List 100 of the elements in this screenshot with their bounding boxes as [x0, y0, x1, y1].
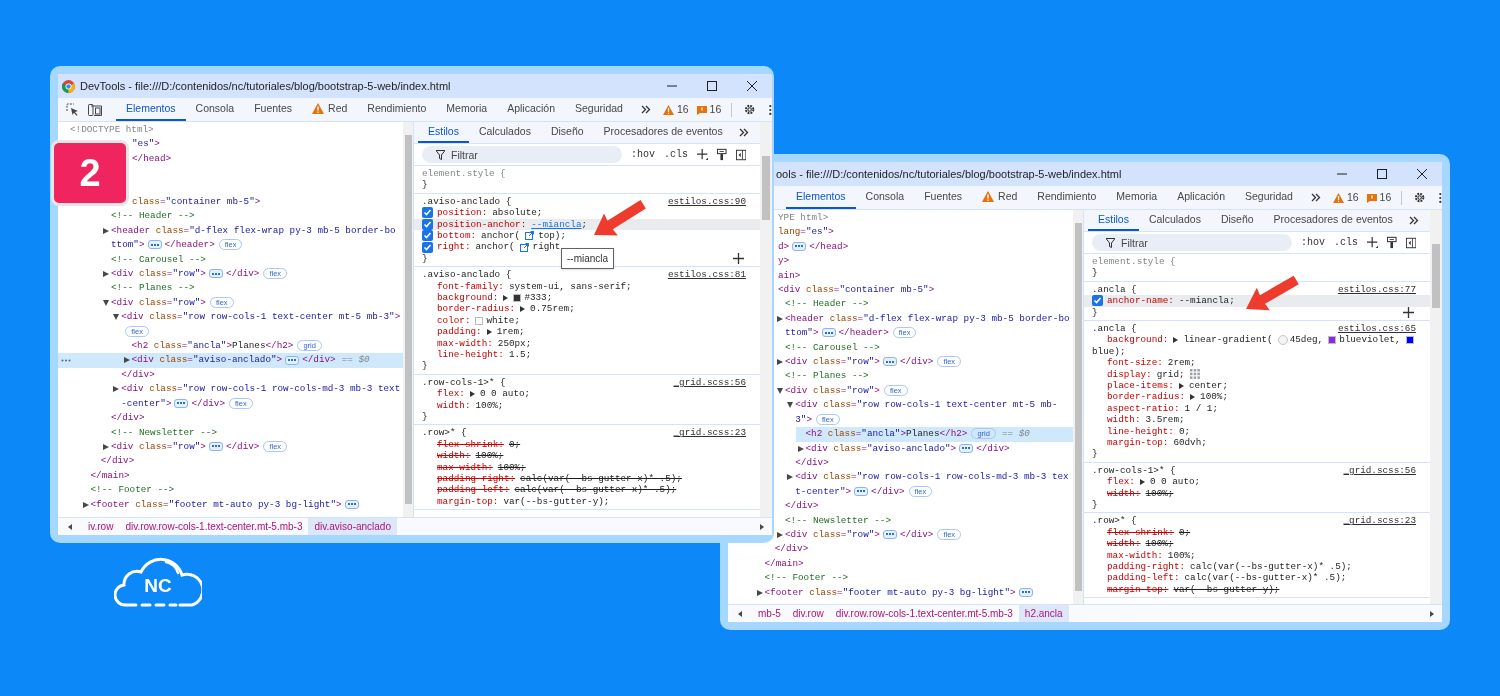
tab[interactable]: Elementos — [116, 98, 186, 121]
breadcrumb[interactable]: div.row.row-cols-1.text-center.mt-5.mb-3 — [829, 605, 1019, 622]
dom-tree-row[interactable]: <!-- Carousel --> — [101, 252, 403, 268]
dom-tree-row[interactable]: <!-- Planes --> — [101, 281, 403, 296]
dom-tree-row[interactable]: y> — [778, 254, 1073, 269]
filter-field[interactable]: Filtrar — [422, 146, 622, 163]
open-link-icon[interactable] — [525, 231, 535, 241]
dom-tree-row[interactable]: class="container mb-5"> — [132, 195, 403, 210]
tab[interactable]: Memoria — [1106, 186, 1168, 209]
dom-tree-row[interactable]: <!-- Footer --> — [754, 571, 1073, 586]
ellipsis-button[interactable] — [854, 486, 869, 496]
dom-tree-row[interactable]: ain> — [778, 268, 1073, 284]
double-chevron-icon[interactable] — [1310, 193, 1321, 202]
disclosure-triangle-icon[interactable] — [103, 227, 109, 234]
scroll-right-icon[interactable] — [760, 523, 764, 530]
ellipsis-button[interactable] — [147, 240, 162, 250]
settings-icon[interactable] — [1414, 191, 1426, 204]
warnings-counter[interactable]: 16 — [1328, 189, 1363, 206]
source-link[interactable]: estilos.css:81 — [667, 269, 746, 281]
tab[interactable]: Estilos — [418, 122, 469, 143]
tab[interactable]: Diseño — [1210, 210, 1264, 231]
scroll-left-icon[interactable] — [68, 523, 72, 530]
dom-tree-row[interactable]: <!-- Newsletter --> — [101, 425, 403, 440]
scroll-right-icon[interactable] — [1430, 610, 1434, 617]
double-chevron-icon[interactable] — [738, 128, 749, 137]
tab[interactable]: Procesadores de eventos — [593, 122, 733, 143]
more-options-icon[interactable] — [1439, 191, 1442, 204]
expand-triangle-icon[interactable] — [503, 294, 509, 301]
disclosure-triangle-icon[interactable] — [777, 359, 783, 366]
toggle-button[interactable]: :hov — [1301, 235, 1325, 250]
css-variable-link[interactable]: --miancla — [531, 218, 582, 230]
ellipsis-button[interactable] — [1018, 587, 1033, 597]
filter-field[interactable]: Filtrar — [1092, 234, 1292, 251]
color-swatch[interactable] — [1328, 336, 1337, 345]
checkbox[interactable] — [1092, 295, 1103, 307]
dom-tree-row[interactable]: <!-- Planes --> — [775, 369, 1073, 384]
checkbox[interactable] — [422, 218, 433, 230]
tab[interactable]: Memoria — [436, 98, 498, 121]
disclosure-triangle-icon[interactable] — [756, 589, 763, 596]
plus-icon[interactable] — [1403, 306, 1414, 318]
tab[interactable]: Red — [972, 186, 1028, 209]
paint-roller-icon[interactable] — [1387, 236, 1397, 249]
dom-tree-row[interactable]: YPE html> — [778, 211, 1073, 226]
disclosure-triangle-icon[interactable] — [113, 386, 120, 393]
settings-icon[interactable] — [744, 103, 756, 116]
dom-tree-row[interactable]: d> </head> — [778, 239, 1073, 255]
breadcrumb[interactable]: div.row — [786, 605, 830, 622]
disclosure-triangle-icon[interactable] — [103, 299, 109, 306]
expand-triangle-icon[interactable] — [469, 390, 475, 397]
ellipsis-button[interactable] — [882, 530, 897, 539]
breadcrumb[interactable]: div.row.row-cols-1.text-center.mt-5.mb-3 — [119, 518, 309, 535]
paint-roller-icon[interactable] — [717, 148, 727, 161]
expand-triangle-icon[interactable] — [520, 306, 526, 313]
ellipsis-button[interactable] — [344, 499, 359, 509]
sidebar-toggle-icon[interactable] — [1405, 236, 1416, 249]
tab[interactable]: Rendimiento — [357, 98, 437, 121]
scrollbar[interactable] — [403, 122, 413, 517]
inspect-icon[interactable] — [66, 103, 79, 116]
ellipsis-button[interactable] — [882, 357, 897, 367]
toggle-button[interactable]: :hov — [631, 147, 655, 162]
source-link[interactable]: estilos.css:65 — [1337, 322, 1416, 335]
source-link[interactable]: estilos.css:90 — [667, 195, 746, 208]
new-rule-plus-icon[interactable] — [1367, 236, 1379, 249]
color-swatch[interactable] — [475, 316, 484, 325]
color-swatch[interactable] — [1405, 336, 1414, 345]
tab[interactable]: Elementos — [786, 186, 856, 209]
dom-tree-row[interactable]: <!-- Header --> — [775, 297, 1073, 312]
disclosure-triangle-icon[interactable] — [103, 271, 109, 278]
checkbox[interactable] — [422, 241, 433, 253]
tab[interactable]: Fuentes — [914, 186, 973, 209]
scrollbar[interactable] — [1430, 210, 1442, 604]
scroll-left-icon[interactable] — [738, 610, 742, 617]
source-link[interactable]: _grid.scss:56 — [1343, 464, 1416, 477]
toggle-button[interactable]: .cls — [664, 147, 689, 162]
disclosure-triangle-icon[interactable] — [777, 315, 783, 322]
tab[interactable]: Calculados — [468, 122, 541, 143]
tab[interactable]: Consola — [185, 98, 245, 121]
expand-triangle-icon[interactable] — [1139, 478, 1145, 485]
plus-icon[interactable] — [733, 253, 744, 264]
disclosure-triangle-icon[interactable] — [103, 443, 109, 450]
tab[interactable]: Estilos — [1088, 210, 1139, 231]
more-options-icon[interactable] — [769, 103, 772, 116]
sidebar-toggle-icon[interactable] — [735, 148, 746, 161]
ellipsis-button[interactable] — [174, 398, 189, 408]
new-rule-plus-icon[interactable] — [697, 148, 709, 161]
breadcrumb[interactable]: div.aviso-anclado — [308, 518, 397, 535]
ellipsis-button[interactable] — [285, 355, 300, 365]
scrollbar[interactable] — [760, 122, 772, 517]
disclosure-triangle-icon[interactable] — [123, 357, 130, 364]
double-chevron-icon[interactable] — [1408, 216, 1419, 225]
tab[interactable]: Red — [302, 98, 358, 121]
dom-tree-row[interactable]: <div class="aviso-anclado"> </div> — [795, 441, 1073, 456]
double-chevron-icon[interactable] — [640, 105, 651, 114]
dom-tree-row[interactable]: </head> — [132, 151, 403, 167]
grid-icon[interactable] — [1189, 369, 1200, 380]
ellipsis-button[interactable] — [792, 241, 807, 251]
issues-counter[interactable]: 16 — [692, 101, 726, 118]
disclosure-triangle-icon[interactable] — [82, 501, 89, 508]
disclosure-triangle-icon[interactable] — [777, 387, 783, 394]
tab[interactable]: Fuentes — [244, 98, 303, 121]
